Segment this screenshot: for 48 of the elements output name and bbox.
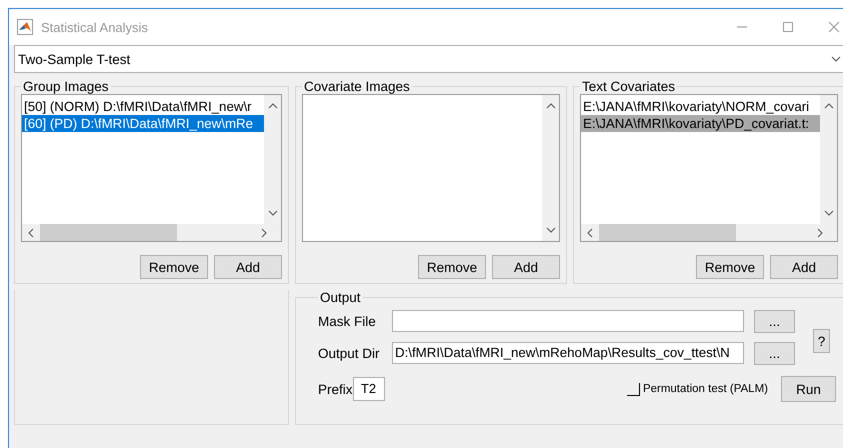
- scroll-up-icon[interactable]: [546, 101, 556, 111]
- list-box[interactable]: E:\JANA\fMRI\kovariaty\NORM_covari E:\JANA\fMRI\kovariaty\PD_covariat.t:: [580, 94, 838, 242]
- browse-button[interactable]: ...: [754, 310, 795, 332]
- scroll-up-icon[interactable]: [268, 101, 278, 111]
- maximize-icon[interactable]: [782, 21, 794, 33]
- list-item[interactable]: E:\JANA\fMRI\kovariaty\PD_covariat.t:: [581, 115, 820, 132]
- test-type-dropdown[interactable]: Two-Sample T-test: [14, 45, 843, 73]
- scroll-down-icon[interactable]: [268, 208, 278, 218]
- horizontal-scrollbar[interactable]: [22, 224, 281, 241]
- list-button[interactable]: Add: [214, 255, 282, 279]
- scroll-right-icon[interactable]: [815, 228, 825, 238]
- panel-title: Covariate Images: [303, 79, 411, 94]
- scroll-down-icon[interactable]: [824, 208, 834, 218]
- scroll-thumb[interactable]: [599, 224, 736, 241]
- list-button[interactable]: Remove: [140, 255, 208, 279]
- dropdown-caret-icon[interactable]: [831, 54, 841, 64]
- list-button[interactable]: Add: [492, 255, 560, 279]
- help-button[interactable]: ?: [813, 329, 830, 353]
- panel-title: Text Covariates: [581, 79, 676, 94]
- browse-button[interactable]: ...: [754, 342, 795, 364]
- window-title: Statistical Analysis: [41, 20, 148, 34]
- list-button[interactable]: Remove: [418, 255, 486, 279]
- field-label: Output Dir: [318, 346, 381, 360]
- list-item[interactable]: E:\JANA\fMRI\kovariaty\NORM_covari: [581, 98, 820, 115]
- scroll-thumb[interactable]: [40, 224, 177, 241]
- list-button[interactable]: Add: [770, 255, 838, 279]
- list-box[interactable]: [50] (NORM) D:\fMRI\Data\fMRI_new\r [60] (PD) D:\fMRI\Data\fMRI_new\mRe: [21, 94, 282, 242]
- scroll-down-icon[interactable]: [546, 225, 556, 235]
- checkbox-label: Permutation test (PALM): [642, 383, 768, 395]
- list-item[interactable]: [60] (PD) D:\fMRI\Data\fMRI_new\mRe: [22, 115, 264, 132]
- list-box[interactable]: [302, 94, 560, 242]
- checkbox[interactable]: [626, 382, 640, 396]
- output-dir-field[interactable]: D:\fMRI\Data\fMRI_new\mRehoMap\Results_cov_ttest\N: [392, 342, 744, 364]
- run-button[interactable]: Run: [781, 376, 836, 402]
- field-label: Prefix: [318, 382, 353, 396]
- list-item[interactable]: [50] (NORM) D:\fMRI\Data\fMRI_new\r: [22, 98, 264, 115]
- list-button[interactable]: Remove: [696, 255, 764, 279]
- scroll-up-icon[interactable]: [824, 101, 834, 111]
- panel-title: Output: [319, 290, 362, 305]
- scroll-left-icon[interactable]: [585, 228, 595, 238]
- mask-file-field[interactable]: [392, 310, 744, 332]
- horizontal-scrollbar[interactable]: [581, 224, 837, 241]
- field-label: Mask File: [318, 314, 377, 328]
- scroll-left-icon[interactable]: [26, 228, 36, 238]
- scroll-right-icon[interactable]: [259, 228, 269, 238]
- panel-title: Group Images: [22, 79, 110, 94]
- close-icon[interactable]: [828, 21, 840, 33]
- prefix-field[interactable]: T2: [352, 377, 385, 401]
